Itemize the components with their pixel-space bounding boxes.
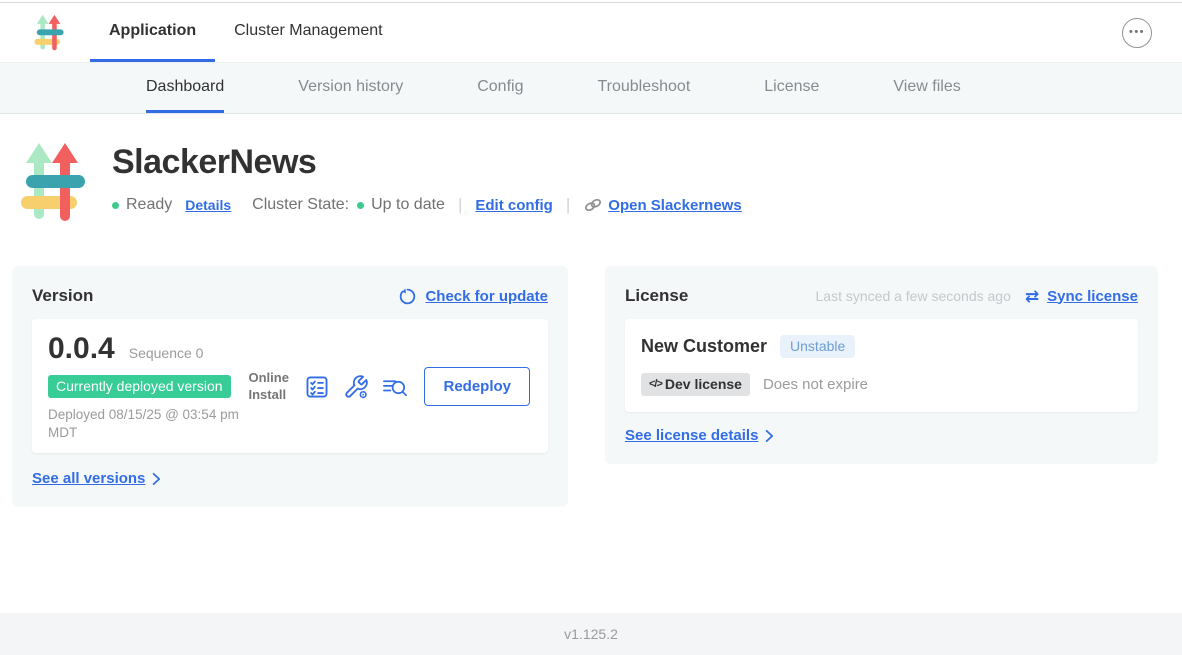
page-title: SlackerNews [112, 143, 742, 182]
license-type-label: Dev license [665, 376, 742, 392]
customer-name: New Customer [641, 336, 767, 357]
wrench-gear-icon [343, 374, 369, 400]
version-card-title: Version [32, 286, 93, 306]
top-navbar: Application Cluster Management ••• [0, 3, 1182, 63]
redeploy-button[interactable]: Redeploy [424, 367, 530, 406]
sync-icon: ⇄ [1025, 288, 1039, 305]
cluster-state-label: Cluster State: [252, 196, 349, 214]
channel-badge: Unstable [780, 335, 855, 358]
install-type-label: Online Install [248, 370, 291, 403]
view-config-button[interactable] [343, 374, 369, 400]
logs-search-icon [382, 375, 408, 399]
dashboard-cards: Version Check for update 0.0.4 Sequence … [0, 225, 1182, 507]
subnav-troubleshoot[interactable]: Troubleshoot [597, 63, 690, 113]
chain-link-icon [583, 195, 603, 215]
chevron-right-icon [152, 472, 161, 486]
check-for-update-link[interactable]: Check for update [398, 287, 548, 306]
tab-application[interactable]: Application [90, 3, 215, 62]
last-synced-label: Last synced a few seconds ago [816, 288, 1011, 304]
status-divider: | [458, 195, 462, 215]
app-subnav: Dashboard Version history Config Trouble… [0, 63, 1182, 114]
deployed-status-badge: Currently deployed version [48, 375, 231, 398]
subnav-view-files[interactable]: View files [893, 63, 960, 113]
preflight-checks-button[interactable] [304, 374, 330, 400]
status-divider-2: | [566, 195, 570, 215]
details-link[interactable]: Details [185, 197, 231, 213]
console-footer: v1.125.2 [0, 613, 1182, 655]
check-for-update-label: Check for update [425, 288, 548, 305]
license-card-title: License [625, 286, 688, 306]
sequence-label: Sequence 0 [129, 345, 204, 361]
cluster-state-text: Up to date [371, 196, 445, 214]
top-tabs: Application Cluster Management [90, 3, 402, 62]
open-app-label: Open Slackernews [608, 197, 741, 214]
edit-config-link[interactable]: Edit config [475, 197, 553, 214]
view-logs-button[interactable] [382, 374, 408, 400]
license-type-badge: </> Dev license [641, 373, 750, 396]
tab-cluster-management[interactable]: Cluster Management [215, 3, 402, 62]
version-info: 0.0.4 Sequence 0 Currently deployed vers… [48, 332, 248, 441]
see-license-details-link[interactable]: See license details [625, 427, 758, 444]
refresh-icon [398, 287, 417, 306]
deployed-timestamp: Deployed 08/15/25 @ 03:54 pm MDT [48, 406, 248, 441]
cluster-status-dot [357, 202, 364, 209]
app-status-dot [112, 202, 119, 209]
license-card: License Last synced a few seconds ago ⇄ … [605, 266, 1158, 464]
see-all-versions-link[interactable]: See all versions [32, 470, 145, 487]
sync-license-link[interactable]: Sync license [1047, 288, 1138, 305]
license-details-panel: New Customer Unstable </> Dev license Do… [625, 319, 1138, 412]
subnav-config[interactable]: Config [477, 63, 523, 113]
subnav-version-history[interactable]: Version history [298, 63, 403, 113]
license-expiry: Does not expire [763, 376, 868, 393]
subnav-license[interactable]: License [764, 63, 819, 113]
subnav-dashboard[interactable]: Dashboard [146, 63, 224, 113]
console-version: v1.125.2 [564, 626, 618, 642]
version-card: Version Check for update 0.0.4 Sequence … [12, 266, 568, 507]
open-app-link[interactable]: Open Slackernews [583, 195, 741, 215]
app-status-row: Ready Details Cluster State: Up to date … [112, 195, 742, 215]
topbar-spacer [402, 3, 1122, 62]
app-status-text: Ready [126, 196, 172, 214]
app-logo-icon [34, 13, 64, 53]
ellipsis-icon: ••• [1129, 26, 1145, 38]
code-icon: </> [649, 378, 662, 390]
version-actions: Online Install [248, 367, 532, 406]
checklist-icon [304, 374, 330, 400]
chevron-right-icon [765, 429, 774, 443]
current-version-panel: 0.0.4 Sequence 0 Currently deployed vers… [32, 319, 548, 453]
overflow-menu-button[interactable]: ••• [1122, 18, 1152, 48]
app-logo-large [20, 141, 86, 225]
app-header-section: SlackerNews Ready Details Cluster State:… [0, 114, 1182, 225]
version-number: 0.0.4 [48, 332, 115, 366]
